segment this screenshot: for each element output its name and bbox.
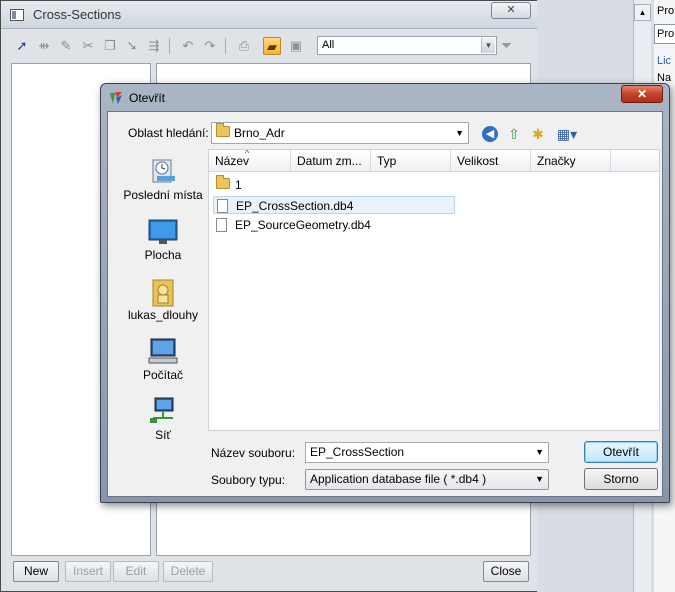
toolbar-separator: [225, 38, 226, 54]
user-folder-icon: [147, 276, 179, 307]
look-in-label: Oblast hledání:: [128, 126, 209, 140]
open-folder-icon[interactable]: ▰: [263, 37, 281, 55]
column-name[interactable]: ^ Název: [209, 150, 291, 172]
file-type-value: Application database file ( *.db4 ): [310, 472, 487, 486]
open-file-dialog: Otevřít ✕ Oblast hledání: Brno_Adr ▼ ◀ ⇧…: [100, 83, 670, 503]
save-icon[interactable]: ▣: [287, 37, 305, 55]
network-icon: [147, 396, 179, 424]
recent-places-icon: [147, 156, 179, 184]
open-button[interactable]: Otevřít: [584, 441, 658, 463]
filter-value: All: [322, 39, 335, 51]
file-name-value: EP_CrossSection: [310, 445, 405, 459]
filter-combo[interactable]: All ▼: [317, 36, 497, 55]
look-in-value: Brno_Adr: [234, 126, 285, 140]
column-label: Velikost: [457, 154, 499, 168]
toolbar: ➚ ⇻ ✎ ✂ ❐ ➘ ⇶ ↶ ↷ ⎙ ▰ ▣ All ▼ ⏷: [11, 34, 531, 58]
app-logo-icon: [110, 92, 122, 104]
column-date-modified[interactable]: Datum zm...: [291, 150, 371, 172]
dialog-body: Oblast hledání: Brno_Adr ▼ ◀ ⇧ ✱ ▦▾ Posl…: [107, 111, 663, 497]
insert-button[interactable]: Insert: [65, 561, 111, 582]
chevron-down-icon[interactable]: ▼: [481, 38, 495, 53]
window-close-button[interactable]: ✕: [491, 2, 531, 19]
window-title-bar: Cross-Sections ✕: [1, 1, 539, 29]
file-name-input[interactable]: EP_CrossSection ▼: [305, 442, 549, 463]
dialog-close-button[interactable]: ✕: [621, 85, 663, 103]
place-desktop[interactable]: Plocha: [118, 216, 208, 262]
places-bar: Poslední místa Plocha lukas_dlouhy Počít…: [118, 150, 208, 460]
place-label: lukas_dlouhy: [127, 308, 199, 322]
column-size[interactable]: Velikost: [451, 150, 531, 172]
delete-button[interactable]: Delete: [163, 561, 213, 582]
look-in-combo[interactable]: Brno_Adr ▼: [211, 122, 469, 144]
chevron-down-icon[interactable]: ▼: [535, 470, 544, 489]
place-label: Počítač: [142, 368, 184, 382]
file-name: 1: [235, 178, 242, 192]
file-row[interactable]: EP_SourceGeometry.db4: [213, 216, 371, 234]
scroll-up-icon[interactable]: ▲: [634, 4, 651, 21]
column-label: Název: [215, 154, 250, 168]
file-type-label: Soubory typu:: [211, 473, 286, 487]
place-label: Síť: [155, 428, 171, 442]
file-row-selected[interactable]: EP_CrossSection.db4: [213, 196, 455, 214]
new-folder-icon[interactable]: ✱: [528, 125, 548, 143]
file-list[interactable]: ^ Název Datum zm... Typ Velikost Značky …: [208, 149, 660, 431]
window-title: Cross-Sections: [33, 7, 122, 22]
chevron-down-icon[interactable]: ▼: [535, 443, 544, 462]
move-icon[interactable]: ⇻: [35, 37, 53, 55]
file-name-label: Název souboru:: [211, 446, 296, 460]
folder-icon: [216, 175, 230, 189]
up-folder-icon[interactable]: ⇧: [504, 125, 524, 143]
column-label: Značky: [537, 154, 576, 168]
chevron-down-icon[interactable]: ▼: [455, 123, 464, 143]
flow-icon[interactable]: ⇶: [145, 37, 163, 55]
desktop-icon: [147, 216, 179, 244]
column-label: Typ: [377, 154, 397, 168]
computer-icon: [147, 336, 179, 364]
document-icon: [217, 199, 228, 213]
view-menu-icon[interactable]: ▦▾: [554, 125, 580, 143]
pencil-icon[interactable]: ✎: [57, 37, 75, 55]
folder-icon: [216, 123, 230, 137]
back-icon[interactable]: ◀: [482, 126, 498, 142]
print-icon[interactable]: ⎙: [235, 37, 253, 55]
sort-ascending-icon: ^: [245, 150, 250, 158]
column-label: Datum zm...: [297, 154, 362, 168]
place-recent[interactable]: Poslední místa: [118, 156, 208, 202]
place-label: Poslední místa: [123, 188, 203, 202]
funnel-icon[interactable]: ⏷: [501, 37, 512, 54]
file-name: EP_SourceGeometry.db4: [235, 218, 371, 232]
arrow-tool-icon[interactable]: ➘: [123, 37, 141, 55]
place-network[interactable]: Síť: [118, 396, 208, 442]
place-label: Plocha: [144, 248, 182, 262]
place-user[interactable]: lukas_dlouhy: [118, 276, 208, 322]
file-name: EP_CrossSection.db4: [236, 199, 354, 213]
column-type[interactable]: Typ: [371, 150, 451, 172]
file-type-select[interactable]: Application database file ( *.db4 ) ▼: [305, 469, 549, 490]
cancel-button[interactable]: Storno: [584, 468, 658, 490]
column-header-row: ^ Název Datum zm... Typ Velikost Značky: [209, 150, 659, 172]
close-button[interactable]: Close: [483, 561, 529, 582]
panel-header: Pro: [657, 5, 675, 17]
place-computer[interactable]: Počítač: [118, 336, 208, 382]
panel-field[interactable]: Pro: [654, 24, 675, 44]
edit-button[interactable]: Edit: [113, 561, 159, 582]
toolbar-separator: [169, 38, 170, 54]
dialog-title: Otevřít: [129, 91, 166, 105]
copy-icon[interactable]: ❐: [101, 37, 119, 55]
cursor-select-icon[interactable]: ➚: [13, 37, 31, 55]
file-row-folder[interactable]: 1: [213, 175, 242, 194]
panel-field-value: Pro: [657, 28, 675, 40]
document-icon: [216, 218, 227, 232]
new-button[interactable]: New: [13, 561, 59, 582]
panel-section-label: Lic: [657, 55, 672, 67]
column-tags[interactable]: Značky: [531, 150, 611, 172]
scissors-icon[interactable]: ✂: [79, 37, 97, 55]
redo-icon[interactable]: ↷: [201, 37, 219, 55]
app-icon: [10, 9, 24, 21]
undo-icon[interactable]: ↶: [179, 37, 197, 55]
